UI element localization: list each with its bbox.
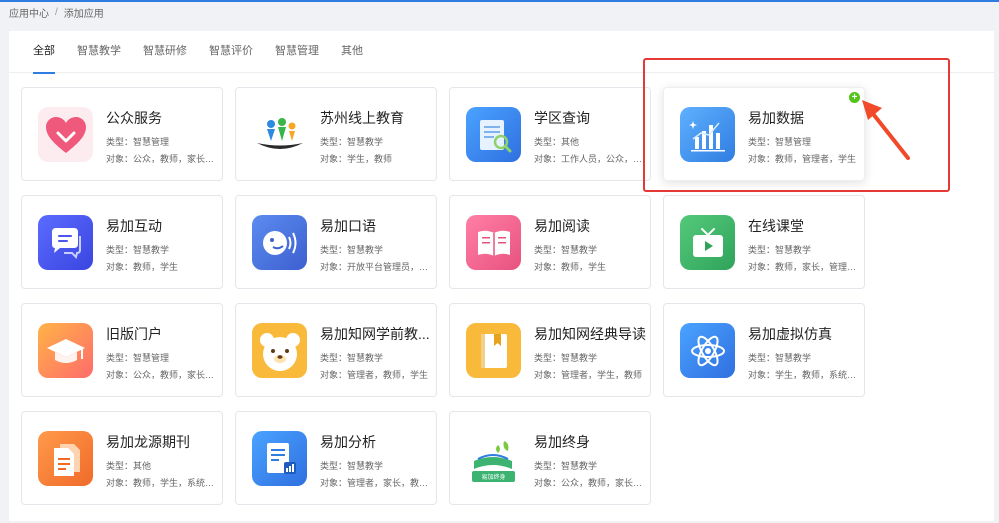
app-card-virtual-sim[interactable]: 易加虚拟仿真 类型：智慧教学 对象：学生，教师，系统管... xyxy=(663,303,865,397)
app-card-suzhou-online[interactable]: 苏州线上教育 类型：智慧教学 对象：学生，教师 xyxy=(235,87,437,181)
app-title: 易加口语 xyxy=(320,218,376,234)
app-type: 类型：智慧教学 xyxy=(320,461,384,471)
app-type: 类型：智慧教学 xyxy=(534,461,598,471)
app-target: 对象：教师，家长，管理者... xyxy=(748,262,860,272)
app-title: 旧版门户 xyxy=(106,326,162,342)
lifelong-icon-label: 易加终身 xyxy=(481,475,506,481)
app-type: 类型：智慧管理 xyxy=(106,137,170,147)
app-target: 对象：管理者，教师，学生 xyxy=(320,370,429,380)
breadcrumb: 应用中心 / 添加应用 xyxy=(9,5,104,20)
app-title: 易加终身 xyxy=(534,434,590,450)
app-title: 易加知网经典导读 xyxy=(534,326,646,342)
app-card-public-service[interactable]: 公众服务 类型：智慧管理 对象：公众，教师，家长，... xyxy=(21,87,223,181)
app-card-yijia-reading[interactable]: 易加阅读 类型：智慧教学 对象：教师，学生 xyxy=(449,195,651,289)
heart-icon xyxy=(38,107,93,162)
app-type: 类型：智慧教学 xyxy=(534,353,598,363)
tv-play-icon xyxy=(680,215,735,270)
app-target: 对象：管理者，学生，教师 xyxy=(534,370,643,380)
app-target: 对象：教师，学生 xyxy=(106,262,179,272)
tab-smart-management[interactable]: 智慧管理 xyxy=(275,31,319,73)
files-icon xyxy=(38,431,93,486)
app-type: 类型：智慧教学 xyxy=(320,245,384,255)
app-target: 对象：教师，管理者，学生 xyxy=(748,154,857,164)
app-target: 对象：公众，教师，家长，... xyxy=(106,154,218,164)
tab-smart-teaching[interactable]: 智慧教学 xyxy=(77,31,121,73)
app-target: 对象：教师，学生，系统管... xyxy=(106,478,218,488)
app-title: 学区查询 xyxy=(534,110,590,126)
app-title: 易加互动 xyxy=(106,218,162,234)
app-title: 苏州线上教育 xyxy=(320,110,404,126)
app-type: 类型：智慧教学 xyxy=(106,245,170,255)
app-target: 对象：教师，学生 xyxy=(534,262,607,272)
app-card-yijia-interact[interactable]: 易加互动 类型：智慧教学 对象：教师，学生 xyxy=(21,195,223,289)
bear-icon xyxy=(252,323,307,378)
app-card-yijia-oral[interactable]: 易加口语 类型：智慧教学 对象：开放平台管理员，教... xyxy=(235,195,437,289)
app-target: 对象：学生，教师，系统管... xyxy=(748,370,860,380)
document-search-icon xyxy=(466,107,521,162)
breadcrumb-current: 添加应用 xyxy=(63,9,104,20)
app-card-legacy-portal[interactable]: 旧版门户 类型：智慧管理 对象：公众，教师，家长，... xyxy=(21,303,223,397)
app-title: 易加阅读 xyxy=(534,218,590,234)
app-target: 对象：公众，教师，家长，... xyxy=(106,370,218,380)
lifelong-learning-icon: 易加终身 xyxy=(466,431,521,486)
speaking-face-icon xyxy=(252,215,307,270)
app-card-cnki-classics[interactable]: 易加知网经典导读 类型：智慧教学 对象：管理者，学生，教师 xyxy=(449,303,651,397)
app-type: 类型：智慧管理 xyxy=(748,137,812,147)
book-icon xyxy=(466,323,521,378)
app-target: 对象：学生，教师 xyxy=(320,154,393,164)
app-target: 对象：管理者，家长，教师... xyxy=(320,478,432,488)
tab-other[interactable]: 其他 xyxy=(341,31,363,73)
app-title: 易加知网学前教... xyxy=(320,326,430,342)
app-title: 在线课堂 xyxy=(748,218,804,234)
app-type: 类型：智慧管理 xyxy=(106,353,170,363)
category-tabs: 全部 智慧教学 智慧研修 智慧评价 智慧管理 其他 xyxy=(9,31,994,74)
tab-smart-research[interactable]: 智慧研修 xyxy=(143,31,187,73)
app-title: 公众服务 xyxy=(106,110,162,126)
breadcrumb-separator: / xyxy=(55,7,58,18)
app-title: 易加分析 xyxy=(320,434,376,450)
app-card-yijia-data[interactable]: + 易加数据 类型：智慧管理 对象：教师，管理者，学生 xyxy=(663,87,865,181)
report-chart-icon xyxy=(252,431,307,486)
app-card-longyuan-journal[interactable]: 易加龙源期刊 类型：其他 对象：教师，学生，系统管... xyxy=(21,411,223,505)
app-type: 类型：智慧教学 xyxy=(534,245,598,255)
app-card-yijia-lifelong[interactable]: 易加终身 易加终身 类型：智慧教学 对象：公众，教师，家长，... xyxy=(449,411,651,505)
add-app-button[interactable]: + xyxy=(849,92,860,103)
app-title: 易加虚拟仿真 xyxy=(748,326,832,342)
app-type: 类型：其他 xyxy=(106,461,152,471)
app-target: 对象：开放平台管理员，教... xyxy=(320,262,432,272)
app-type: 类型：智慧教学 xyxy=(748,353,812,363)
open-book-icon xyxy=(466,215,521,270)
app-title: 易加龙源期刊 xyxy=(106,434,190,450)
chat-bubbles-icon xyxy=(38,215,93,270)
graduation-cap-icon xyxy=(38,323,93,378)
tab-smart-evaluation[interactable]: 智慧评价 xyxy=(209,31,253,73)
tab-all[interactable]: 全部 xyxy=(33,31,55,74)
app-card-cnki-preschool[interactable]: 易加知网学前教... 类型：智慧教学 对象：管理者，教师，学生 xyxy=(235,303,437,397)
app-card-district-query[interactable]: 学区查询 类型：其他 对象：工作人员，公众，教... xyxy=(449,87,651,181)
breadcrumb-home[interactable]: 应用中心 xyxy=(9,5,49,20)
app-target: 对象：公众，教师，家长，... xyxy=(534,478,646,488)
app-title: 易加数据 xyxy=(748,110,804,126)
app-type: 类型：其他 xyxy=(534,137,580,147)
app-type: 类型：智慧教学 xyxy=(748,245,812,255)
boat-people-icon xyxy=(252,107,307,162)
app-card-online-class[interactable]: 在线课堂 类型：智慧教学 对象：教师，家长，管理者... xyxy=(663,195,865,289)
app-type: 类型：智慧教学 xyxy=(320,137,384,147)
bar-chart-icon xyxy=(680,107,735,162)
app-type: 类型：智慧教学 xyxy=(320,353,384,363)
app-target: 对象：工作人员，公众，教... xyxy=(534,154,646,164)
top-accent-line xyxy=(0,0,999,2)
app-card-yijia-analysis[interactable]: 易加分析 类型：智慧教学 对象：管理者，家长，教师... xyxy=(235,411,437,505)
atom-icon xyxy=(680,323,735,378)
